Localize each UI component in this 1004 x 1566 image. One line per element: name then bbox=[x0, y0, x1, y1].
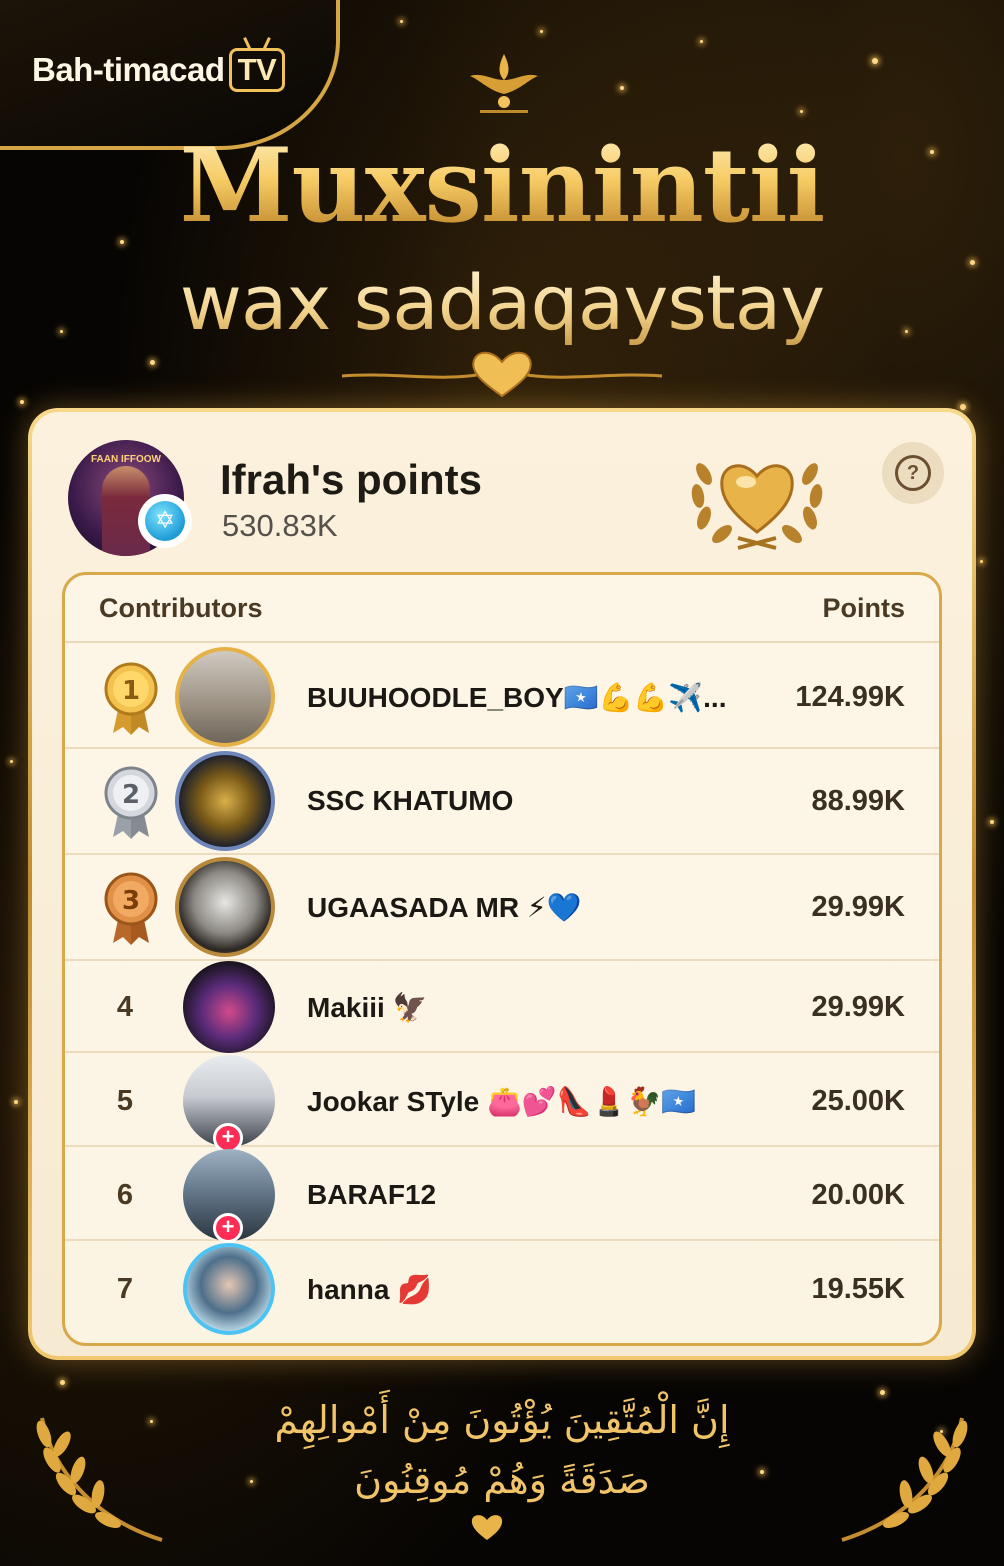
table-row[interactable]: 6 + BARAF12 20.00K bbox=[65, 1147, 939, 1243]
svg-text:3: 3 bbox=[122, 886, 140, 916]
laurel-icon bbox=[841, 1417, 968, 1542]
heart-ornament-icon bbox=[341, 351, 663, 398]
contributor-avatar[interactable] bbox=[175, 647, 275, 747]
contributor-avatar[interactable] bbox=[183, 1243, 275, 1335]
help-button[interactable]: ? bbox=[882, 442, 944, 504]
rank-number: 4 bbox=[116, 991, 134, 1023]
contributor-points: 29.99K bbox=[811, 991, 905, 1023]
laurel-icon bbox=[36, 1417, 163, 1542]
brand-name: Bah-timacad bbox=[32, 51, 225, 88]
contributor-name: Makiii 🦅 bbox=[307, 992, 428, 1023]
contributors-header: Contributors bbox=[99, 592, 263, 623]
medal-3-icon: 3 bbox=[104, 872, 158, 945]
follow-plus-icon[interactable]: + bbox=[213, 1213, 243, 1243]
points-header: Points bbox=[822, 592, 905, 623]
points-card: FAAN IFFOOW ✡ Ifrah's points 530.83K ? C… bbox=[28, 408, 976, 1360]
headline-subtitle: wax sadaqaystay bbox=[0, 258, 1004, 348]
contributor-avatar[interactable] bbox=[175, 751, 275, 851]
svg-text:2: 2 bbox=[122, 780, 140, 810]
rank-number: 7 bbox=[116, 1273, 134, 1305]
contributor-name: BUUHOODLE_BOY🇸🇴💪💪✈️... bbox=[307, 682, 727, 713]
owner-title: Ifrah's points bbox=[220, 456, 483, 503]
contributors-table: Contributors Points 1 BUUHOODLE_BOY🇸🇴💪💪✈… bbox=[62, 572, 942, 1346]
contributor-points: 29.99K bbox=[811, 891, 905, 923]
contributor-avatar[interactable] bbox=[183, 961, 275, 1053]
brand-logo: Bah-timacad TV bbox=[32, 48, 286, 92]
medal-2-icon: 2 bbox=[104, 766, 158, 839]
rank-number: 5 bbox=[116, 1085, 134, 1117]
contributor-name: BARAF12 bbox=[307, 1179, 437, 1210]
owner-points: 530.83K bbox=[222, 508, 338, 543]
contributor-points: 25.00K bbox=[811, 1085, 905, 1117]
crown-ornament-icon bbox=[470, 54, 538, 113]
contributor-points: 124.99K bbox=[795, 681, 905, 713]
help-icon: ? bbox=[895, 455, 931, 491]
contributor-name: UGAASADA MR ⚡💙 bbox=[307, 892, 582, 923]
table-row[interactable]: 3 UGAASADA MR ⚡💙 29.99K bbox=[65, 855, 939, 961]
table-header: Contributors Points bbox=[65, 575, 939, 643]
contributor-points: 19.55K bbox=[811, 1273, 905, 1305]
contributor-avatar[interactable] bbox=[175, 857, 275, 957]
table-row[interactable]: 2 SSC KHATUMO 88.99K bbox=[65, 749, 939, 855]
svg-text:1: 1 bbox=[122, 676, 140, 706]
tv-icon: TV bbox=[228, 48, 286, 92]
contributor-points: 88.99K bbox=[811, 785, 905, 817]
table-row[interactable]: 5 + Jookar STyle 👛💕👠💄🐓🇸🇴 25.00K bbox=[65, 1053, 939, 1153]
heart-icon bbox=[471, 1515, 503, 1540]
contributor-name: Jookar STyle 👛💕👠💄🐓🇸🇴 bbox=[307, 1086, 697, 1117]
verified-star-icon: ✡ bbox=[138, 494, 192, 548]
rank-number: 6 bbox=[116, 1179, 134, 1211]
contributor-points: 20.00K bbox=[811, 1179, 905, 1211]
table-row[interactable]: 7 hanna 💋 19.55K bbox=[65, 1241, 939, 1337]
laurel-heart-trophy-icon bbox=[691, 463, 823, 550]
headline-title: Muxsinintii bbox=[0, 126, 1004, 246]
contributor-name: SSC KHATUMO bbox=[307, 785, 514, 816]
table-row[interactable]: 4 Makiii 🦅 29.99K bbox=[65, 961, 939, 1053]
medal-1-icon: 1 bbox=[104, 662, 158, 735]
table-row[interactable]: 1 BUUHOODLE_BOY🇸🇴💪💪✈️... 124.99K bbox=[65, 643, 939, 749]
contributor-name: hanna 💋 bbox=[307, 1274, 433, 1305]
